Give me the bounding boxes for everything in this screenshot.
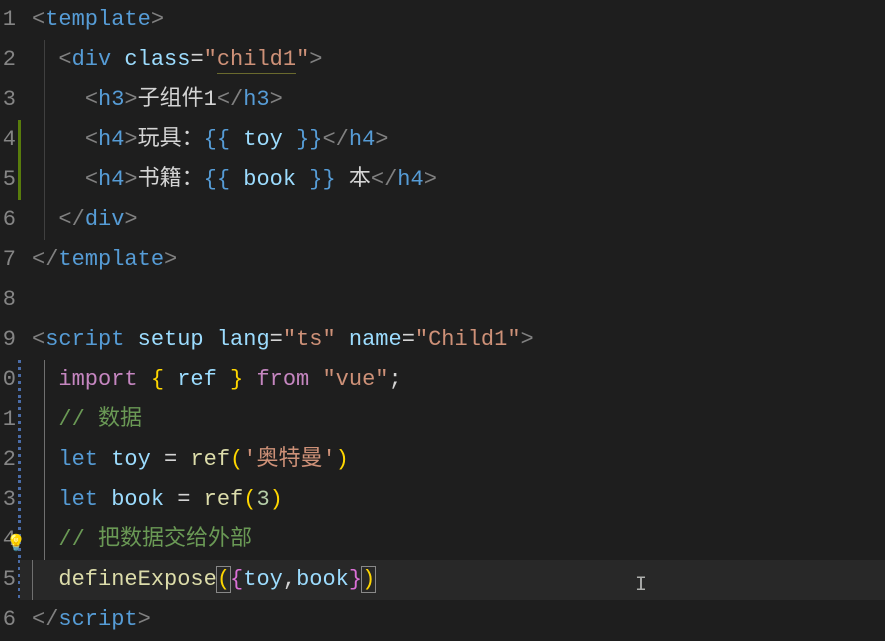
line-number: 9 xyxy=(0,320,16,360)
line-number: 6 xyxy=(0,600,16,640)
code-line[interactable]: <h3>子组件1</h3> xyxy=(32,80,885,120)
code-line[interactable]: <script setup lang="ts" name="Child1"> xyxy=(32,320,885,360)
line-number: 2 xyxy=(0,440,16,480)
code-line[interactable]: </div> xyxy=(32,200,885,240)
lightbulb-icon[interactable]: 💡 xyxy=(6,530,26,559)
line-number: 0 xyxy=(0,360,16,400)
code-line[interactable]: let toy = ref('奥特曼') xyxy=(32,440,885,480)
line-number: 5 xyxy=(0,160,16,200)
code-line[interactable]: <h4>玩具：{{ toy }}</h4> xyxy=(32,120,885,160)
code-line[interactable]: import { ref } from "vue"; xyxy=(32,360,885,400)
line-number: 1 xyxy=(0,400,16,440)
line-number: 3 xyxy=(0,480,16,520)
code-line[interactable]: 💡 // 把数据交给外部 xyxy=(32,520,885,560)
line-number: 7 xyxy=(0,240,16,280)
line-number: 4 xyxy=(0,120,16,160)
line-number: 6 xyxy=(0,200,16,240)
code-line[interactable]: // 数据 xyxy=(32,400,885,440)
code-line[interactable]: </template> xyxy=(32,240,885,280)
code-line-active[interactable]: defineExpose({toy,book})I xyxy=(20,560,885,600)
line-number: 1 xyxy=(0,0,16,40)
line-number: 2 xyxy=(0,40,16,80)
code-line[interactable]: <h4>书籍：{{ book }} 本</h4> xyxy=(32,160,885,200)
line-number: 3 xyxy=(0,80,16,120)
code-editor[interactable]: 1 2 3 4 5 6 7 8 9 0 1 2 3 4 5 6 <templat… xyxy=(0,0,885,634)
code-line[interactable]: </script> xyxy=(32,600,885,640)
code-line[interactable]: <div class="child1"> xyxy=(32,40,885,80)
code-line[interactable]: <template> xyxy=(32,0,885,40)
code-line[interactable]: let book = ref(3) xyxy=(32,480,885,520)
code-line[interactable] xyxy=(32,280,885,320)
code-content[interactable]: <template> <div class="child1"> <h3>子组件1… xyxy=(20,0,885,634)
line-number: 8 xyxy=(0,280,16,320)
line-number: 5 xyxy=(0,560,16,600)
text-cursor-icon: I xyxy=(635,568,647,604)
